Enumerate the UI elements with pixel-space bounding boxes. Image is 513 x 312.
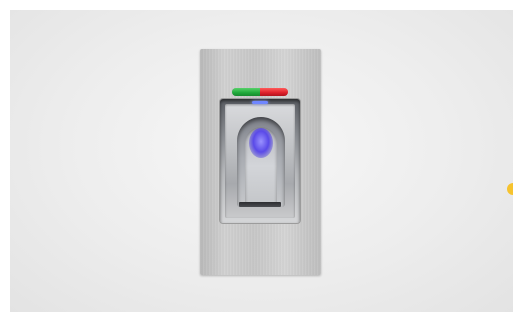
led-red (260, 88, 288, 96)
carousel-dot-indicator[interactable] (507, 183, 513, 195)
led-green (232, 88, 260, 96)
blue-indicator-light (252, 101, 268, 104)
swipe-sensor-slot (239, 202, 281, 207)
status-led-bar (232, 88, 288, 96)
sensor-glow (249, 128, 273, 158)
image-canvas (0, 0, 513, 312)
